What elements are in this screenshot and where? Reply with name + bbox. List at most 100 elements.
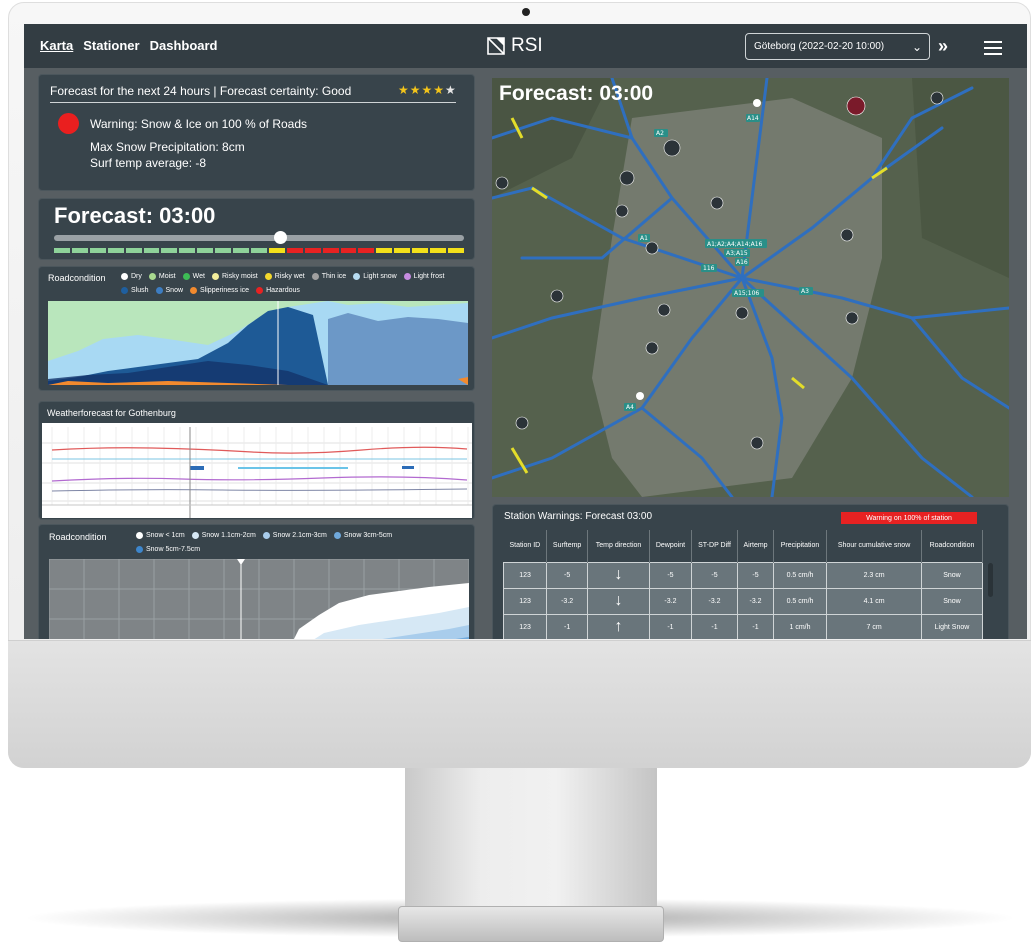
map-road-label: A16 [736,259,748,266]
map-pin[interactable] [753,99,761,107]
station-marker-alert[interactable] [846,96,866,116]
map-road-label: A3 [801,288,809,295]
chevron-down-icon: ⌄ [911,39,922,54]
hour-segment [376,248,393,253]
hour-segment [143,248,160,253]
table-cell: 123 [502,561,548,589]
table-cell: 7 cm [826,613,922,639]
table-row[interactable]: 123 -1 ↑ -1 -1 -1 1 cm/h 7 cm Light Snow [502,613,984,639]
column-header[interactable]: Airtemp [737,530,774,562]
hour-segment [71,248,88,253]
legend-label: Light snow [363,273,397,280]
table-row[interactable]: 123 -5 ↓ -5 -5 -5 0.5 cm/h 2.3 cm Snow [502,561,984,589]
column-header[interactable]: Surftemp [546,530,589,562]
roadcondition-title: Roadcondition [48,273,106,283]
location-select[interactable]: Göteborg (2022-02-20 10:00) ⌄ [745,33,930,60]
table-cell: -5 [649,561,692,589]
temp-direction-arrow-icon: ↓ [587,561,650,589]
legend-item: Dry [121,273,142,280]
column-header[interactable]: Temp direction [587,530,650,562]
legend-swatch [264,273,272,280]
legend-label: Risky moist [221,273,258,280]
expand-icon[interactable]: » [938,36,948,57]
hour-segment [268,248,285,253]
hour-segment [179,248,196,253]
table-row[interactable]: 123 -3.2 ↓ -3.2 -3.2 -3.2 0.5 cm/h 4.1 cm Snow [502,587,984,615]
legend-swatch [333,532,341,539]
map-pin[interactable] [636,392,644,400]
weatherforecast-chart [42,423,472,518]
hour-segment [89,248,106,253]
map-svg: A1;A2;A4;A14;A16 A3;A15 A16 A15;106 A14 A2 A3 A… [492,78,1009,497]
precip-bar [402,466,414,469]
legend-label: Slipperiness ice [200,287,250,294]
table-cell: -5 [737,561,774,589]
column-header[interactable]: Station ID [503,530,548,562]
area-snow [328,313,468,385]
map-road-label: 116 [703,265,715,272]
forecast-time-slider[interactable] [54,235,464,241]
surf-temp-text: Surf temp average: -8 [90,156,207,170]
column-header[interactable]: Roadcondition [921,530,984,562]
precip-light [238,467,348,469]
forecast-summary-title: Forecast for the next 24 hours | Forecas… [50,84,352,98]
table-cell: -1 [737,613,774,639]
legend-item: Snow 5cm-7.5cm [136,546,200,553]
snow-area-svg [49,559,469,639]
map-road-label: A3;A15 [726,250,748,257]
station-warning-badge: Warning on 100% of station [841,512,977,524]
precip-bar [190,466,204,470]
column-header[interactable]: ST-DP Diff [691,530,739,562]
map-forecast-title: Forecast: 03:00 [499,82,654,105]
legend-label: Dry [131,273,142,280]
table-cell: -5 [546,561,589,589]
legend-label: Snow 5cm-7.5cm [146,546,201,553]
table-cell: 0.5 cm/h [772,561,828,589]
legend-item: Snow [155,287,183,294]
road-map[interactable]: A1;A2;A4;A14;A16 A3;A15 A16 A15;106 A14 A2 A3 A… [492,78,1009,497]
legend-item: Light frost [403,273,444,280]
nav-link-stationer[interactable]: Stationer [83,38,139,53]
table-cell: 2.3 cm [826,561,922,589]
brand-logo[interactable]: RSI [486,35,543,57]
table-cell: -3.2 [737,587,774,615]
hour-segment [340,248,357,253]
roadcondition-area-svg [48,301,468,385]
map-road-label: A1;A2;A4;A14;A16 [707,241,763,248]
table-scrollbar[interactable] [988,563,993,597]
hour-segment [161,248,178,253]
column-header[interactable]: Dewpoint [649,530,692,562]
nav-link-dashboard[interactable]: Dashboard [150,38,218,53]
hourly-condition-bar [54,248,464,253]
hour-segment [322,248,339,253]
temp-direction-arrow-icon: ↓ [587,587,650,615]
roadcondition-panel: Roadcondition Dry Moist Wet Risky moist Risk… [38,266,475,391]
station-warnings-panel: Station Warnings: Forecast 03:00 Warning… [492,504,1009,639]
slider-handle[interactable] [273,231,287,244]
column-header[interactable]: Precipitation [773,530,828,562]
time-marker-icon [237,559,245,565]
snow-roadcondition-title: Roadcondition [49,532,107,542]
camera-icon [522,8,530,16]
weatherforecast-panel: Weatherforecast for Gothenburg [38,401,475,520]
map-road-label: A2 [656,130,664,137]
table-cell: 4.1 cm [826,587,922,615]
legend-label: Snow < 1cm [146,532,185,539]
table-cell: -1 [690,613,739,639]
brand-name: RSI [511,35,543,56]
hour-segment [54,248,70,253]
legend-item: Light snow [353,273,397,280]
map-road-label: A4 [626,404,634,411]
legend-item: Risky moist [211,273,258,280]
nav-link-karta[interactable]: Karta [40,38,73,53]
legend-item: Snow 3cm-5cm [333,532,392,539]
column-header[interactable]: Shour cumulative snow [826,530,922,562]
hour-segment [250,248,267,253]
weatherforecast-title: Weatherforecast for Gothenburg [47,408,176,418]
legend-swatch [136,532,143,539]
hour-segment [412,248,429,253]
legend-label: Snow 2.1cm-3cm [272,532,327,539]
legend-label: Thin ice [321,273,347,280]
table-cell: -3.2 [546,587,589,615]
hamburger-menu-icon[interactable] [984,41,1002,55]
